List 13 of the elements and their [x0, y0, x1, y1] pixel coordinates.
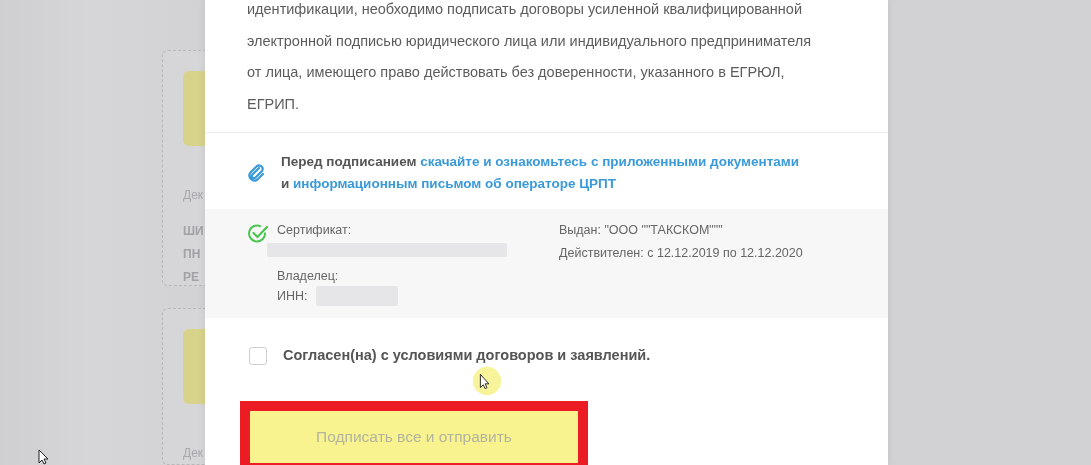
agreement-label: Согласен(на) с условиями договоров и заявлений.	[283, 346, 651, 365]
paperclip-icon	[247, 163, 265, 183]
validity-text: Действителен: с 12.12.2019 по 12.12.2020	[559, 245, 803, 262]
document-link[interactable]: скачайте и ознакомьтесь с приложенными документами	[420, 154, 800, 169]
inn-label: ИНН:	[277, 287, 308, 305]
checkbox[interactable]	[249, 346, 267, 365]
certificate-label: Сертификат:	[277, 222, 353, 239]
letter-link[interactable]: информационным письмом об операторе ЦРПТ	[293, 176, 617, 191]
attachment-note: Перед подписанием скачайте и ознакомьтесь с приложенными документами и информационным письмом об операторе ЦРПТ	[281, 153, 800, 193]
intro-paragraph: идентификации, необходимо подписать договоры усиленной квалифицированной электронной подписью юридического лица или индивидуального предпринимателя от лица, имеющего право действовать без доверенности, указанного в ЕГРЮЛ, ЕГРИП.	[246, 0, 813, 114]
owner-label: Владелец:	[277, 268, 340, 285]
cursor-icon	[38, 449, 50, 465]
issuer-text: Выдан: "ООО ""ТАКСКОМ"""	[559, 222, 724, 239]
